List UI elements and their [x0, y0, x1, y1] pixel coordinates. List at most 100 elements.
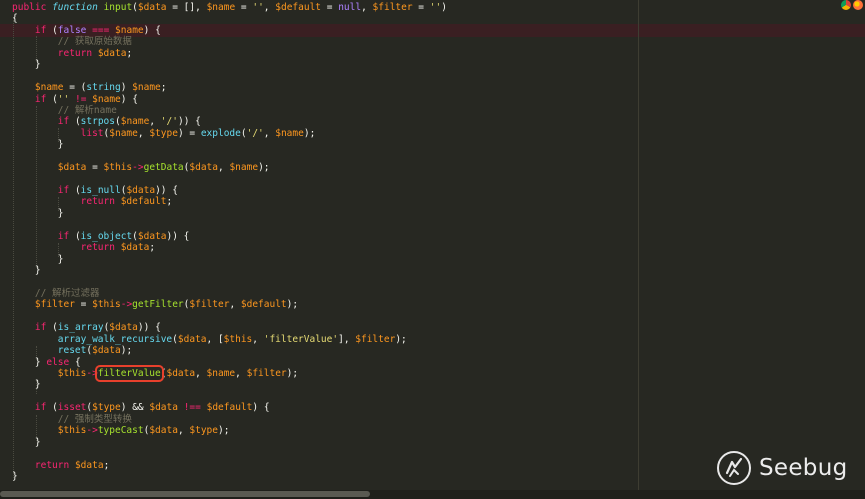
- code-token: ;: [103, 459, 110, 471]
- code-token: ->: [86, 368, 98, 379]
- code-line[interactable]: }: [12, 471, 447, 482]
- code-token: }: [12, 265, 41, 277]
- code-token: ,: [137, 127, 150, 139]
- code-line[interactable]: if (is_array($data)) {: [12, 322, 447, 333]
- code-token: input: [103, 2, 133, 13]
- code-line[interactable]: }: [12, 265, 447, 276]
- code-token: }: [12, 59, 41, 71]
- code-token: ,: [218, 162, 230, 174]
- code-line[interactable]: // 解析name: [12, 105, 447, 116]
- code-line[interactable]: if (false === $name) {: [12, 25, 447, 36]
- code-token: typeCast: [97, 425, 144, 437]
- code-line[interactable]: $this->typeCast($data, $type);: [12, 425, 447, 436]
- code-line[interactable]: }: [12, 139, 447, 150]
- code-line[interactable]: return $default;: [12, 196, 447, 207]
- code-line[interactable]: }: [12, 379, 447, 390]
- code-token: $data: [177, 333, 207, 345]
- code-line[interactable]: }: [12, 208, 447, 219]
- code-token: null: [338, 2, 362, 13]
- code-line[interactable]: // 强制类型转换: [12, 414, 447, 425]
- code-token: ;: [149, 242, 156, 254]
- code-token: reset: [57, 345, 87, 357]
- code-line[interactable]: [12, 277, 447, 288]
- scrollbar-thumb[interactable]: [0, 491, 370, 497]
- code-line[interactable]: {: [12, 13, 447, 24]
- code-token: $name: [275, 127, 304, 139]
- code-line[interactable]: return $data;: [12, 48, 447, 59]
- code-token: isset: [57, 402, 87, 414]
- code-token: ->: [86, 425, 98, 437]
- code-line[interactable]: if (is_object($data)) {: [12, 231, 447, 242]
- code-line[interactable]: [12, 448, 447, 459]
- code-line[interactable]: // 获取原始数据: [12, 36, 447, 47]
- chrome-icon[interactable]: [841, 0, 851, 10]
- code-token: explode: [200, 127, 241, 139]
- code-token: $default: [275, 2, 322, 13]
- code-line[interactable]: // 解析过滤器: [12, 288, 447, 299]
- code-line[interactable]: [12, 311, 447, 322]
- code-line[interactable]: if (isset($type) && $data !== $default) …: [12, 402, 447, 413]
- code-token: ;: [160, 82, 167, 94]
- column-ruler: [638, 0, 639, 490]
- code-content[interactable]: public function input ($data = [], $name …: [12, 2, 447, 482]
- code-editor[interactable]: public function input ($data = [], $name …: [0, 0, 865, 499]
- code-token: );: [303, 127, 316, 139]
- code-line[interactable]: } else {: [12, 357, 447, 368]
- code-line[interactable]: $data = $this->getData($data, $name);: [12, 162, 447, 173]
- code-line[interactable]: array_walk_recursive($data, [$this, 'fil…: [12, 334, 447, 345]
- code-line[interactable]: [12, 391, 447, 402]
- code-token: ): [120, 82, 133, 94]
- code-line[interactable]: return $data;: [12, 242, 447, 253]
- code-token: );: [286, 368, 299, 379]
- seebug-logo-icon: [717, 451, 751, 485]
- code-token: function: [52, 2, 98, 13]
- code-token: $type: [92, 402, 121, 414]
- code-line[interactable]: public function input($data = [], $name …: [12, 2, 447, 13]
- code-line[interactable]: [12, 174, 447, 185]
- firefox-icon[interactable]: [853, 0, 863, 10]
- code-line[interactable]: }: [12, 59, 447, 70]
- code-line[interactable]: $this->filterValue($data, $name, $filter…: [12, 365, 447, 382]
- code-token: (: [69, 185, 81, 196]
- code-line[interactable]: [12, 71, 447, 82]
- code-token: $filter: [372, 2, 413, 13]
- code-token: if: [34, 93, 47, 105]
- code-line[interactable]: }: [12, 437, 447, 448]
- code-token: (: [46, 322, 58, 334]
- code-token: $name: [206, 368, 236, 379]
- code-line[interactable]: if (strpos($name, '/')) {: [12, 116, 447, 127]
- code-line[interactable]: $filter = $this->getFilter($filter, $def…: [12, 299, 447, 310]
- code-line[interactable]: $name = (string) $name;: [12, 82, 447, 93]
- code-line[interactable]: if ('' != $name) {: [12, 94, 447, 105]
- code-token: )) {: [177, 116, 201, 128]
- code-line[interactable]: }: [12, 254, 447, 265]
- code-token: $data: [149, 425, 178, 437]
- code-token: )) {: [166, 230, 190, 242]
- code-token: }: [12, 253, 64, 265]
- code-token: $data: [97, 47, 127, 59]
- code-token: $default: [240, 299, 287, 311]
- code-line[interactable]: if (is_null($data)) {: [12, 185, 447, 196]
- code-token: is_null: [80, 185, 121, 196]
- code-line[interactable]: reset($data);: [12, 345, 447, 356]
- code-line[interactable]: [12, 219, 447, 230]
- code-line[interactable]: list($name, $type) = explode('/', $name)…: [12, 128, 447, 139]
- code-token: $data: [189, 162, 218, 174]
- code-token: // 强制类型转换: [57, 413, 132, 425]
- code-token: {: [69, 356, 81, 368]
- code-line[interactable]: return $data;: [12, 460, 447, 471]
- code-line[interactable]: [12, 151, 447, 162]
- code-token: return: [34, 459, 70, 471]
- code-token: ,: [252, 333, 264, 345]
